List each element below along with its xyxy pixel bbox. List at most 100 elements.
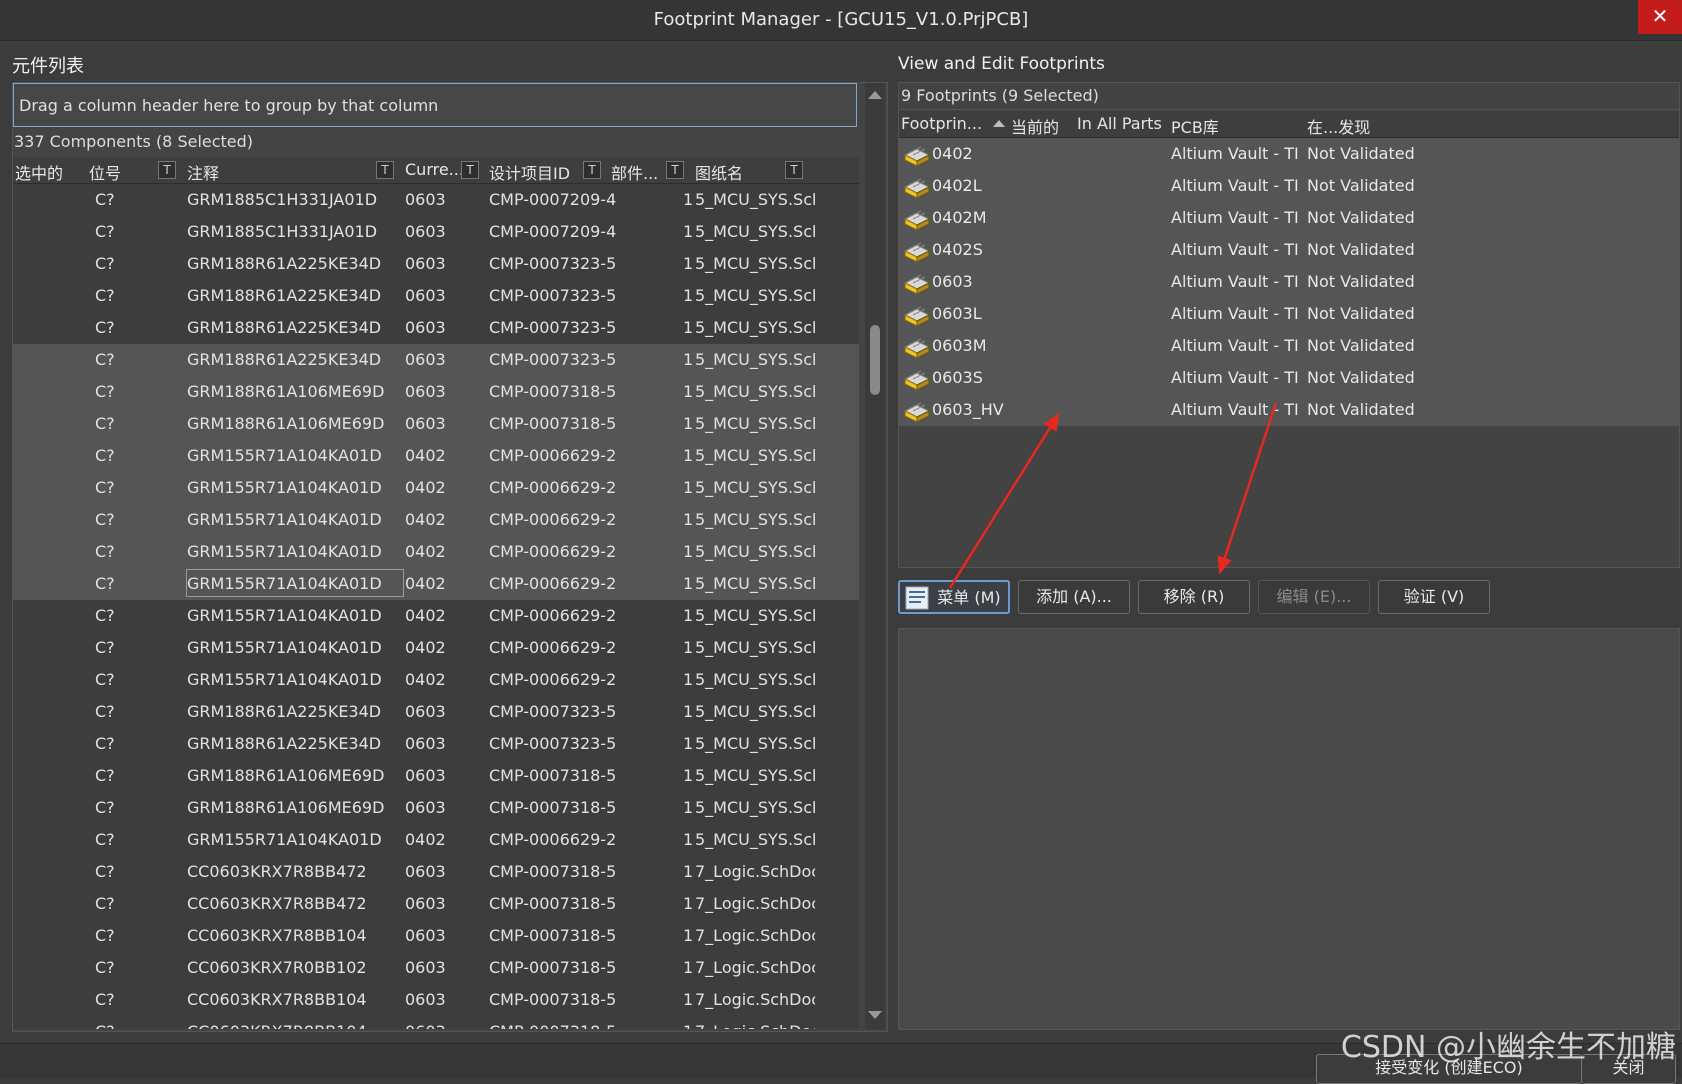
cell-part: 1 bbox=[683, 798, 694, 817]
menu-button[interactable]: 菜单 (M) bbox=[898, 580, 1010, 614]
cell-ref: C? bbox=[95, 318, 115, 337]
cell-ref: C? bbox=[95, 734, 115, 753]
cell-sheet: 7_Logic.SchDoc bbox=[695, 894, 815, 913]
table-row[interactable]: C? GRM155R71A104KA01D 0402 CMP-0006629-2 1 5_… bbox=[13, 632, 859, 664]
table-row[interactable]: C? GRM155R71A104KA01D 0402 CMP-0006629-2 1 5_… bbox=[13, 440, 859, 472]
fp-cell-name: 0603_HV bbox=[932, 400, 1004, 419]
fp-cell-found: Not Validated bbox=[1307, 208, 1415, 227]
cell-ref: C? bbox=[95, 286, 115, 305]
footprint-row[interactable]: 0402L Altium Vault - TI Not Validated bbox=[899, 170, 1679, 202]
cell-ref: C? bbox=[95, 382, 115, 401]
table-row[interactable]: C? GRM155R71A104KA01D 0402 CMP-0006629-2 1 5_… bbox=[13, 664, 859, 696]
table-row[interactable]: C? GRM155R71A104KA01D 0402 CMP-0006629-2 1 5_… bbox=[13, 568, 859, 600]
table-row[interactable]: C? GRM188R61A225KE34D 0603 CMP-0007323-5 1 5_… bbox=[13, 344, 859, 376]
footprint-row[interactable]: 0603M Altium Vault - TI Not Validated bbox=[899, 330, 1679, 362]
components-panel: Drag a column header here to group by th… bbox=[12, 82, 888, 1032]
column-header-3[interactable]: Curre... bbox=[405, 160, 465, 179]
table-row[interactable]: C? GRM155R71A104KA01D 0402 CMP-0006629-2 1 5_… bbox=[13, 504, 859, 536]
table-row[interactable]: C? CC0603KRX7R8BB472 0603 CMP-0007318-5 1 7_L… bbox=[13, 856, 859, 888]
filter-icon[interactable]: T bbox=[785, 161, 803, 179]
footprint-row[interactable]: 0603S Altium Vault - TI Not Validated bbox=[899, 362, 1679, 394]
filter-icon[interactable]: T bbox=[158, 161, 176, 179]
table-row[interactable]: C? GRM188R61A106ME69D 0603 CMP-0007318-5 1 5_… bbox=[13, 376, 859, 408]
fp-column-header-3[interactable]: PCB库 bbox=[1171, 114, 1291, 138]
cell-id: CMP-0007323-5 bbox=[489, 734, 617, 753]
table-row[interactable]: C? GRM188R61A225KE34D 0603 CMP-0007323-5 1 5_… bbox=[13, 728, 859, 760]
fp-column-header-4[interactable]: 在...发现 bbox=[1307, 114, 1417, 138]
footprint-preview bbox=[898, 628, 1680, 1030]
watermark: CSDN @小幽余生不加糖 bbox=[1340, 1030, 1676, 1065]
add-button[interactable]: 添加 (A)... bbox=[1018, 580, 1130, 614]
footprint-row[interactable]: 0603_HV Altium Vault - TI Not Validated bbox=[899, 394, 1679, 426]
fp-cell-found: Not Validated bbox=[1307, 304, 1415, 323]
footprint-row[interactable]: 0603 Altium Vault - TI Not Validated bbox=[899, 266, 1679, 298]
fp-cell-lib: Altium Vault - TI bbox=[1171, 240, 1299, 259]
scroll-up-icon[interactable] bbox=[868, 91, 882, 99]
cell-ref: C? bbox=[95, 926, 115, 945]
table-row[interactable]: C? GRM188R61A225KE34D 0603 CMP-0007323-5 1 5_… bbox=[13, 280, 859, 312]
footprints-table: 0402 Altium Vault - TI Not Validated 0402L A… bbox=[899, 138, 1679, 426]
footprint-row[interactable]: 0402S Altium Vault - TI Not Validated bbox=[899, 234, 1679, 266]
cell-current: 0402 bbox=[405, 830, 446, 849]
fp-column-header-0[interactable]: Footprin... bbox=[901, 114, 991, 133]
cell-comment: GRM188R61A225KE34D bbox=[187, 350, 382, 369]
table-row[interactable]: C? GRM188R61A225KE34D 0603 CMP-0007323-5 1 5_… bbox=[13, 696, 859, 728]
table-row[interactable]: C? CC0603KRX7R8BB104 0603 CMP-0007318-5 17_L… bbox=[13, 920, 859, 952]
components-scrollbar[interactable] bbox=[865, 83, 885, 1029]
footprints-section-title: View and Edit Footprints bbox=[898, 54, 1105, 74]
column-header-5[interactable]: 部件... bbox=[611, 160, 673, 184]
table-row[interactable]: C? GRM1885C1H331JA01D 0603 CMP-0007209-4 1 5_… bbox=[13, 184, 859, 216]
cell-ref: C? bbox=[95, 638, 115, 657]
footprint-chip-icon bbox=[901, 142, 931, 168]
table-row[interactable]: C? GRM188R61A106ME69D 0603 CMP-0007318-5 1 5_… bbox=[13, 760, 859, 792]
table-row[interactable]: C? CC0603KRX7R8BB104 0603 CMP-0007318-5 17_L… bbox=[13, 1016, 859, 1029]
cell-current: 0402 bbox=[405, 638, 446, 657]
group-by-drop-zone[interactable]: Drag a column header here to group by th… bbox=[13, 83, 857, 127]
cell-comment: GRM188R61A225KE34D bbox=[187, 318, 382, 337]
table-row[interactable]: C? GRM155R71A104KA01D 0402 CMP-0006629-2 1 5_… bbox=[13, 536, 859, 568]
footprint-row[interactable]: 0402 Altium Vault - TI Not Validated bbox=[899, 138, 1679, 170]
table-row[interactable]: C? GRM155R71A104KA01D 0402 CMP-0006629-2 1 5_… bbox=[13, 824, 859, 856]
filter-icon[interactable]: T bbox=[461, 161, 479, 179]
fp-column-header-2[interactable]: In All Parts bbox=[1077, 114, 1171, 133]
remove-button[interactable]: 移除 (R) bbox=[1138, 580, 1250, 614]
filter-icon[interactable]: T bbox=[583, 161, 601, 179]
footprint-row[interactable]: 0603L Altium Vault - TI Not Validated bbox=[899, 298, 1679, 330]
edit-button[interactable]: 编辑 (E)... bbox=[1258, 580, 1370, 614]
cell-part: 1 bbox=[683, 926, 694, 945]
sort-ascending-icon[interactable] bbox=[993, 120, 1005, 127]
components-section-title: 元件列表 bbox=[12, 56, 84, 77]
column-header-2[interactable]: 注释 bbox=[187, 160, 377, 184]
table-row[interactable]: C? GRM188R61A106ME69D 0603 CMP-0007318-5 1 5_… bbox=[13, 792, 859, 824]
window-title: Footprint Manager - [GCU15_V1.0.PrjPCB] bbox=[653, 9, 1029, 30]
table-row[interactable]: C? GRM188R61A225KE34D 0603 CMP-0007323-5 1 5_… bbox=[13, 248, 859, 280]
cell-id: CMP-0006629-2 bbox=[489, 542, 617, 561]
cell-current: 0603 bbox=[405, 318, 446, 337]
validate-button[interactable]: 验证 (V) bbox=[1378, 580, 1490, 614]
cell-current: 0603 bbox=[405, 286, 446, 305]
column-header-0[interactable]: 选中的 bbox=[15, 160, 81, 184]
filter-icon[interactable]: T bbox=[376, 161, 394, 179]
cell-sheet: 5_MCU_SYS.SchD bbox=[695, 670, 815, 689]
table-row[interactable]: C? GRM1885C1H331JA01D 0603 CMP-0007209-4 1 5_… bbox=[13, 216, 859, 248]
footprint-chip-icon bbox=[901, 174, 931, 200]
scroll-thumb[interactable] bbox=[870, 325, 880, 395]
filter-icon[interactable]: T bbox=[666, 161, 684, 179]
fp-column-header-1[interactable]: 当前的 bbox=[1011, 114, 1073, 138]
table-row[interactable]: C? GRM155R71A104KA01D 0402 CMP-0006629-2 1 5_… bbox=[13, 600, 859, 632]
scroll-down-icon[interactable] bbox=[868, 1011, 882, 1019]
close-icon[interactable]: ✕ bbox=[1638, 0, 1682, 34]
cell-id: CMP-0007323-5 bbox=[489, 254, 617, 273]
table-row[interactable]: C? CC0603KRX7R8BB472 0603 CMP-0007318-5 1 7_L… bbox=[13, 888, 859, 920]
table-row[interactable]: C? GRM155R71A104KA01D 0402 CMP-0006629-2 1 5_… bbox=[13, 472, 859, 504]
fp-cell-found: Not Validated bbox=[1307, 144, 1415, 163]
table-row[interactable]: C? CC0603KRX7R8BB104 0603 CMP-0007318-5 17_L… bbox=[13, 984, 859, 1016]
cell-id: CMP-0007318-5 bbox=[489, 862, 617, 881]
footprint-row[interactable]: 0402M Altium Vault - TI Not Validated bbox=[899, 202, 1679, 234]
table-row[interactable]: C? GRM188R61A106ME69D 0603 CMP-0007318-5 1 5_… bbox=[13, 408, 859, 440]
table-row[interactable]: C? GRM188R61A225KE34D 0603 CMP-0007323-5 1 5_… bbox=[13, 312, 859, 344]
cell-comment: GRM188R61A225KE34D bbox=[187, 286, 382, 305]
table-row[interactable]: C? CC0603KRX7R0BB102 0603 CMP-0007318-5 1 7_L… bbox=[13, 952, 859, 984]
footprint-chip-icon bbox=[901, 334, 931, 360]
cell-ref: C? bbox=[95, 830, 115, 849]
